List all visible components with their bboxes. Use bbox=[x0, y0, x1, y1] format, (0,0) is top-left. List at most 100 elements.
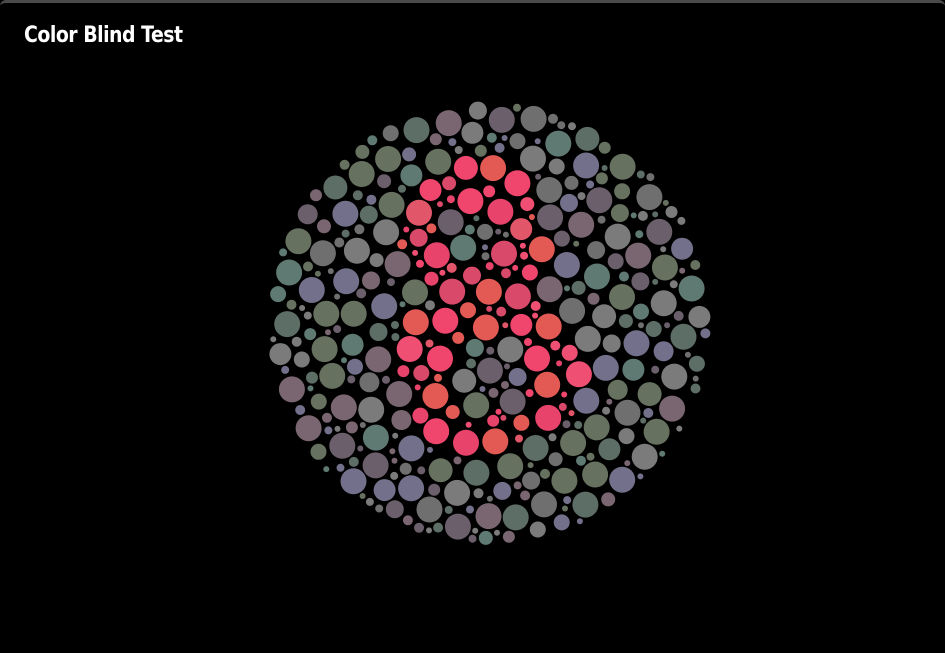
plate-dot-field bbox=[354, 224, 365, 235]
plate-dot-field bbox=[325, 329, 331, 336]
plate-dot-field bbox=[604, 223, 631, 250]
plate-dot-field bbox=[336, 463, 345, 472]
plate-dot-field bbox=[502, 504, 529, 531]
plate-dot-field bbox=[391, 321, 399, 329]
plate-dot-field bbox=[553, 252, 580, 278]
plate-dot-field bbox=[428, 483, 441, 496]
plate-dot-field bbox=[333, 325, 342, 334]
plate-dot-field bbox=[450, 234, 477, 261]
plate-dot-field bbox=[452, 368, 477, 393]
plate-dot-field bbox=[582, 461, 609, 488]
plate-dot-field bbox=[652, 278, 659, 285]
plate-dot-field bbox=[425, 300, 435, 311]
plate-dot-figure bbox=[472, 314, 499, 341]
plate-dot-figure bbox=[550, 340, 561, 351]
plate-dot-field bbox=[520, 145, 546, 172]
plate-dot-field bbox=[465, 338, 484, 357]
plate-dot-field bbox=[402, 279, 428, 306]
plate-dot-figure bbox=[515, 434, 523, 443]
plate-dot-field bbox=[481, 252, 490, 261]
plate-dot-field bbox=[631, 272, 650, 291]
plate-dot-field bbox=[474, 144, 487, 157]
plate-dot-field bbox=[660, 246, 667, 253]
plate-dot-figure bbox=[434, 373, 442, 382]
plate-dot-figure bbox=[413, 365, 430, 381]
plate-dot-figure bbox=[425, 339, 434, 348]
plate-dot-field bbox=[560, 193, 578, 212]
plate-dot-field bbox=[319, 362, 346, 389]
plate-dot-field bbox=[497, 336, 524, 363]
app-window: Color Blind Test bbox=[0, 0, 945, 653]
plate-dot-field bbox=[486, 346, 495, 355]
plate-dot-field bbox=[375, 146, 402, 172]
plate-dot-figure bbox=[496, 306, 507, 317]
plate-dot-field bbox=[583, 414, 610, 441]
plate-dot-field bbox=[310, 443, 327, 460]
plate-dot-field bbox=[638, 322, 644, 329]
plate-dot-field bbox=[392, 432, 399, 439]
plate-dot-field bbox=[618, 428, 635, 445]
plate-dot-field bbox=[348, 456, 359, 467]
plate-dot-field bbox=[576, 518, 583, 525]
plate-dot-field bbox=[477, 223, 493, 240]
plate-dot-field bbox=[304, 328, 317, 341]
plate-dot-field bbox=[564, 175, 579, 190]
plate-dot-field bbox=[356, 288, 367, 299]
plate-dot-field bbox=[359, 205, 378, 224]
plate-dot-figure bbox=[513, 414, 530, 431]
plate-dot-field bbox=[610, 204, 629, 223]
plate-dot-field bbox=[279, 248, 288, 257]
plate-dot-field bbox=[473, 488, 484, 499]
plate-dot-field bbox=[677, 216, 686, 225]
plate-dot-field bbox=[323, 175, 348, 200]
plate-dot-field bbox=[285, 228, 312, 255]
plate-dot-field bbox=[386, 381, 413, 407]
plate-dot-field bbox=[609, 284, 635, 310]
plate-dot-field bbox=[291, 336, 302, 347]
plate-dot-figure bbox=[485, 262, 494, 271]
plate-dot-field bbox=[633, 303, 649, 320]
plate-dot-field bbox=[584, 263, 610, 290]
plate-dot-figure bbox=[558, 402, 567, 411]
ishihara-plate bbox=[269, 101, 711, 545]
plate-dot-figure bbox=[423, 418, 450, 445]
plate-dot-field bbox=[472, 527, 479, 534]
plate-dot-field bbox=[357, 445, 364, 452]
plate-dot-field bbox=[339, 159, 350, 170]
plate-dot-field bbox=[417, 466, 426, 475]
plate-dot-figure bbox=[403, 226, 410, 233]
plate-dot-field bbox=[571, 280, 586, 295]
plate-dot-field bbox=[560, 430, 587, 456]
plate-dot-field bbox=[433, 522, 444, 533]
plate-dot-field bbox=[662, 199, 669, 206]
plate-dot-field bbox=[378, 191, 405, 218]
plate-dot-field bbox=[678, 275, 705, 302]
plate-dot-field bbox=[665, 206, 678, 218]
plate-dot-figure bbox=[480, 155, 507, 182]
plate-dot-field bbox=[494, 529, 500, 536]
plate-dot-figure bbox=[414, 384, 421, 391]
plate-dot-field bbox=[416, 496, 443, 523]
plate-dot-field bbox=[444, 479, 471, 506]
plate-dot-field bbox=[352, 190, 363, 201]
plate-dot-field bbox=[355, 144, 370, 159]
plate-dot-field bbox=[391, 457, 398, 464]
plate-dot-figure bbox=[483, 185, 496, 198]
plate-dot-field bbox=[574, 421, 583, 429]
plate-dot-field bbox=[557, 121, 566, 130]
plate-dot-figure bbox=[482, 428, 509, 455]
plate-dot-field bbox=[309, 240, 336, 267]
plate-dot-field bbox=[281, 365, 290, 374]
plate-dot-figure bbox=[437, 201, 443, 208]
plate-dot-field bbox=[359, 422, 366, 428]
plate-dot-figure bbox=[535, 404, 562, 431]
plate-dot-field bbox=[631, 443, 658, 470]
plate-dot-figure bbox=[501, 268, 511, 279]
plate-dot-field bbox=[494, 142, 505, 153]
plate-dot-field bbox=[595, 172, 608, 185]
plate-dot-figure bbox=[423, 242, 450, 269]
plate-dot-field bbox=[341, 229, 350, 238]
plate-dot-field bbox=[402, 515, 413, 526]
plate-dot-field bbox=[493, 481, 512, 500]
plate-dot-field bbox=[488, 106, 515, 133]
